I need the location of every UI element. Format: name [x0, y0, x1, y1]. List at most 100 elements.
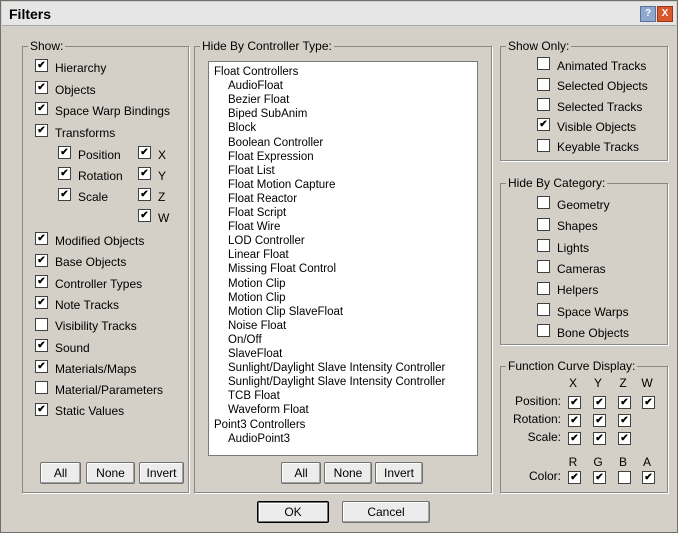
show-materials-maps-checkbox[interactable]: Materials/Maps	[35, 360, 136, 376]
checkbox-icon[interactable]	[35, 81, 48, 95]
show-objects-checkbox[interactable]: Objects	[35, 81, 96, 97]
controller-item[interactable]: AudioFloat	[228, 79, 283, 93]
cancel-button[interactable]: Cancel	[342, 501, 430, 523]
controller-item[interactable]: Float Expression	[228, 150, 314, 164]
show-visibility-tracks-checkbox[interactable]: Visibility Tracks	[35, 317, 137, 333]
controller-category[interactable]: Point3 Controllers	[214, 418, 305, 432]
checkbox-icon[interactable]	[58, 167, 71, 181]
fc-checkbox[interactable]	[568, 396, 581, 409]
checkbox-icon[interactable]	[35, 381, 48, 395]
axis-y-checkbox[interactable]: Y	[138, 167, 166, 183]
checkbox-icon[interactable]	[35, 59, 48, 73]
fc-checkbox[interactable]	[642, 396, 655, 409]
close-icon[interactable]: X	[657, 6, 673, 22]
controller-item[interactable]: Sunlight/Daylight Slave Intensity Contro…	[228, 361, 445, 375]
show-only-visible-objects-checkbox[interactable]: Visible Objects	[537, 118, 636, 134]
fc-checkbox[interactable]	[568, 414, 581, 427]
controller-item[interactable]: On/Off	[228, 333, 262, 347]
checkbox-icon[interactable]	[35, 232, 48, 246]
checkbox-icon[interactable]	[35, 124, 48, 138]
axis-z-checkbox[interactable]: Z	[138, 188, 165, 204]
show-all-button[interactable]: All	[40, 462, 81, 484]
checkbox-icon[interactable]	[35, 402, 48, 416]
controller-all-button[interactable]: All	[281, 462, 321, 484]
show-modified-objects-checkbox[interactable]: Modified Objects	[35, 232, 144, 248]
checkbox-icon[interactable]	[537, 57, 550, 71]
axis-w-checkbox[interactable]: W	[138, 209, 169, 225]
controller-item[interactable]: LOD Controller	[228, 234, 305, 248]
checkbox-icon[interactable]	[537, 118, 550, 132]
controller-item[interactable]: Motion Clip	[228, 277, 286, 291]
controller-item[interactable]: Float Reactor	[228, 192, 297, 206]
show-only-selected-tracks-checkbox[interactable]: Selected Tracks	[537, 97, 642, 114]
fc-checkbox[interactable]	[593, 396, 606, 409]
checkbox-icon[interactable]	[537, 97, 550, 111]
controller-type-list[interactable]: Float Controllers AudioFloat Bezier Float B…	[208, 61, 478, 456]
fc-checkbox[interactable]	[568, 432, 581, 445]
checkbox-icon[interactable]	[35, 102, 48, 116]
controller-item[interactable]: Block	[228, 121, 256, 135]
show-invert-button[interactable]: Invert	[139, 462, 184, 484]
controller-item[interactable]: Float Wire	[228, 220, 280, 234]
controller-item[interactable]: Sunlight/Daylight Slave Intensity Contro…	[228, 375, 445, 389]
controller-item[interactable]: Boolean Controller	[228, 136, 323, 150]
show-only-animated-tracks-checkbox[interactable]: Animated Tracks	[537, 57, 646, 73]
controller-item[interactable]: TCB Float	[228, 389, 280, 403]
axis-x-checkbox[interactable]: X	[138, 146, 166, 162]
checkbox-icon[interactable]	[35, 274, 48, 288]
checkbox-icon[interactable]	[35, 253, 48, 267]
category-space-warps-checkbox[interactable]: Space Warps	[537, 302, 629, 319]
checkbox-icon[interactable]	[138, 167, 151, 181]
checkbox-icon[interactable]	[138, 209, 151, 223]
fc-checkbox[interactable]	[593, 432, 606, 445]
show-only-selected-objects-checkbox[interactable]: Selected Objects	[537, 77, 648, 93]
checkbox-icon[interactable]	[537, 238, 550, 252]
category-lights-checkbox[interactable]: Lights	[537, 238, 589, 255]
show-controller-types-checkbox[interactable]: Controller Types	[35, 274, 142, 291]
checkbox-icon[interactable]	[138, 188, 151, 202]
transform-rotation-checkbox[interactable]: Rotation	[58, 167, 123, 183]
help-icon[interactable]: ?	[640, 6, 656, 22]
show-sound-checkbox[interactable]: Sound	[35, 338, 90, 355]
fc-checkbox[interactable]	[618, 396, 631, 409]
show-none-button[interactable]: None	[86, 462, 135, 484]
checkbox-icon[interactable]	[537, 324, 550, 338]
fc-checkbox[interactable]	[618, 432, 631, 445]
controller-item[interactable]: AudioPoint3	[228, 432, 290, 446]
transform-scale-checkbox[interactable]: Scale	[58, 188, 108, 204]
show-hierarchy-checkbox[interactable]: Hierarchy	[35, 59, 106, 75]
category-geometry-checkbox[interactable]: Geometry	[537, 196, 610, 212]
checkbox-icon[interactable]	[58, 146, 71, 160]
show-note-tracks-checkbox[interactable]: Note Tracks	[35, 296, 119, 312]
controller-category[interactable]: Float Controllers	[214, 65, 298, 79]
controller-none-button[interactable]: None	[324, 462, 372, 484]
show-material-parameters-checkbox[interactable]: Material/Parameters	[35, 381, 163, 397]
controller-item[interactable]: Motion Clip SlaveFloat	[228, 305, 343, 319]
color-checkbox[interactable]	[593, 471, 606, 484]
show-transforms-checkbox[interactable]: Transforms	[35, 124, 115, 140]
checkbox-icon[interactable]	[58, 188, 71, 202]
controller-item[interactable]: Missing Float Control	[228, 262, 336, 276]
controller-item[interactable]: Linear Float	[228, 248, 289, 262]
controller-item[interactable]: Float List	[228, 164, 275, 178]
show-base-objects-checkbox[interactable]: Base Objects	[35, 253, 126, 269]
color-checkbox[interactable]	[568, 471, 581, 484]
show-space-warp-bindings-checkbox[interactable]: Space Warp Bindings	[35, 102, 170, 118]
show-only-keyable-tracks-checkbox[interactable]: Keyable Tracks	[537, 138, 639, 154]
checkbox-icon[interactable]	[35, 360, 48, 374]
checkbox-icon[interactable]	[537, 217, 550, 231]
fc-checkbox[interactable]	[593, 414, 606, 427]
checkbox-icon[interactable]	[537, 260, 550, 274]
checkbox-icon[interactable]	[537, 196, 550, 210]
checkbox-icon[interactable]	[537, 281, 550, 295]
controller-item[interactable]: Biped SubAnim	[228, 107, 307, 121]
controller-item[interactable]: SlaveFloat	[228, 347, 282, 361]
checkbox-icon[interactable]	[35, 296, 48, 310]
checkbox-icon[interactable]	[537, 302, 550, 316]
show-static-values-checkbox[interactable]: Static Values	[35, 402, 124, 418]
checkbox-icon[interactable]	[537, 138, 550, 152]
color-checkbox[interactable]	[642, 471, 655, 484]
controller-item[interactable]: Noise Float	[228, 319, 286, 333]
checkbox-icon[interactable]	[138, 146, 151, 160]
fc-checkbox[interactable]	[618, 414, 631, 427]
